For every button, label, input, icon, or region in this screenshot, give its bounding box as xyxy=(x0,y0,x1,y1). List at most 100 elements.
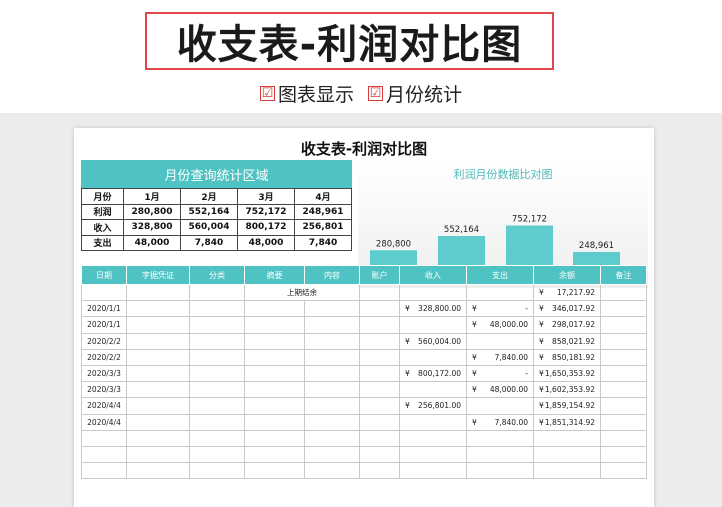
cell[interactable] xyxy=(359,397,400,415)
cell[interactable] xyxy=(189,381,245,399)
date-cell[interactable] xyxy=(81,462,127,480)
date-cell[interactable] xyxy=(81,445,127,464)
cell[interactable] xyxy=(359,413,400,431)
query-cell[interactable]: 1月 xyxy=(123,188,181,205)
date-cell[interactable]: 2020/2/2 xyxy=(81,348,127,366)
date-cell[interactable]: 2020/2/2 xyxy=(81,332,127,350)
cell[interactable] xyxy=(189,445,245,464)
cell[interactable] xyxy=(189,348,245,366)
cell[interactable] xyxy=(126,429,190,447)
cell[interactable] xyxy=(244,413,305,431)
income-cell[interactable]: ¥256,801.00 xyxy=(399,397,467,415)
income-cell[interactable] xyxy=(399,381,467,399)
column-header[interactable]: 分类 xyxy=(189,265,245,285)
balance-cell[interactable]: ¥1,851,314.92 xyxy=(533,413,601,431)
cell[interactable] xyxy=(600,364,647,383)
date-cell[interactable] xyxy=(81,429,127,447)
balance-cell[interactable]: ¥298,017.92 xyxy=(533,316,601,334)
cell[interactable] xyxy=(189,462,245,480)
cell[interactable] xyxy=(600,332,647,350)
cell[interactable] xyxy=(189,332,245,350)
column-header[interactable]: 账户 xyxy=(359,265,400,285)
query-cell[interactable]: 7,840 xyxy=(294,234,352,251)
income-cell[interactable]: ¥560,004.00 xyxy=(399,332,467,350)
expense-cell[interactable]: ¥7,840.00 xyxy=(466,348,534,366)
cell[interactable] xyxy=(189,429,245,447)
expense-cell[interactable] xyxy=(466,429,534,447)
column-header[interactable]: 支出 xyxy=(466,265,534,285)
query-cell[interactable]: 328,800 xyxy=(123,219,181,236)
income-cell[interactable]: ¥328,800.00 xyxy=(399,300,467,318)
cell[interactable] xyxy=(359,462,400,480)
cell[interactable] xyxy=(466,283,534,302)
cell[interactable] xyxy=(126,462,190,480)
date-cell[interactable]: 2020/1/1 xyxy=(81,316,127,334)
column-header[interactable]: 余额 xyxy=(533,265,601,285)
cell[interactable] xyxy=(304,316,360,334)
cell[interactable] xyxy=(304,381,360,399)
query-cell[interactable]: 2月 xyxy=(180,188,238,205)
cell[interactable] xyxy=(359,332,400,350)
expense-cell[interactable]: ¥ - xyxy=(466,364,534,383)
cell[interactable] xyxy=(304,348,360,366)
income-cell[interactable]: ¥800,172.00 xyxy=(399,364,467,383)
cell[interactable] xyxy=(600,429,647,447)
column-header[interactable]: 日期 xyxy=(81,265,127,285)
cell[interactable] xyxy=(126,300,190,318)
opening-balance-cell[interactable]: ¥17,217.92 xyxy=(533,283,601,302)
query-cell[interactable]: 752,172 xyxy=(237,203,295,220)
cell[interactable] xyxy=(189,283,245,302)
expense-cell[interactable]: ¥48,000.00 xyxy=(466,381,534,399)
query-cell[interactable]: 3月 xyxy=(237,188,295,205)
column-header[interactable]: 摘要 xyxy=(244,265,305,285)
cell[interactable] xyxy=(600,381,647,399)
income-cell[interactable] xyxy=(399,316,467,334)
date-cell[interactable]: 2020/1/1 xyxy=(81,300,127,318)
cell[interactable] xyxy=(359,429,400,447)
date-cell[interactable]: 2020/3/3 xyxy=(81,364,127,383)
cell[interactable] xyxy=(244,364,305,383)
cell[interactable] xyxy=(359,348,400,366)
query-cell[interactable]: 48,000 xyxy=(237,234,295,251)
cell[interactable] xyxy=(189,300,245,318)
cell[interactable] xyxy=(359,364,400,383)
date-cell[interactable]: 2020/3/3 xyxy=(81,381,127,399)
cell[interactable] xyxy=(244,381,305,399)
column-header[interactable]: 备注 xyxy=(600,265,647,285)
cell[interactable] xyxy=(126,283,190,302)
expense-cell[interactable] xyxy=(466,445,534,464)
cell[interactable] xyxy=(399,283,467,302)
cell[interactable] xyxy=(600,413,647,431)
query-cell[interactable]: 280,800 xyxy=(123,203,181,220)
query-cell[interactable]: 7,840 xyxy=(180,234,238,251)
column-header[interactable]: 内容 xyxy=(304,265,360,285)
cell[interactable] xyxy=(304,300,360,318)
cell[interactable] xyxy=(304,462,360,480)
date-cell[interactable]: 2020/4/4 xyxy=(81,413,127,431)
cell[interactable] xyxy=(304,397,360,415)
cell[interactable] xyxy=(126,445,190,464)
query-cell[interactable]: 560,004 xyxy=(180,219,238,236)
cell[interactable] xyxy=(359,283,400,302)
cell[interactable] xyxy=(600,397,647,415)
query-cell[interactable]: 256,801 xyxy=(294,219,352,236)
balance-cell[interactable]: ¥346,017.92 xyxy=(533,300,601,318)
income-cell[interactable] xyxy=(399,413,467,431)
cell[interactable] xyxy=(189,397,245,415)
cell[interactable] xyxy=(600,348,647,366)
cell[interactable] xyxy=(244,332,305,350)
cell[interactable] xyxy=(304,445,360,464)
cell[interactable] xyxy=(244,445,305,464)
expense-cell[interactable]: ¥48,000.00 xyxy=(466,316,534,334)
cell[interactable] xyxy=(600,445,647,464)
expense-cell[interactable]: ¥ - xyxy=(466,300,534,318)
query-cell[interactable]: 48,000 xyxy=(123,234,181,251)
query-cell[interactable]: 4月 xyxy=(294,188,352,205)
balance-cell[interactable]: ¥1,650,353.92 xyxy=(533,364,601,383)
cell[interactable] xyxy=(189,413,245,431)
income-cell[interactable] xyxy=(399,348,467,366)
cell[interactable] xyxy=(600,462,647,480)
cell[interactable] xyxy=(244,429,305,447)
cell[interactable] xyxy=(244,397,305,415)
cell[interactable] xyxy=(304,364,360,383)
